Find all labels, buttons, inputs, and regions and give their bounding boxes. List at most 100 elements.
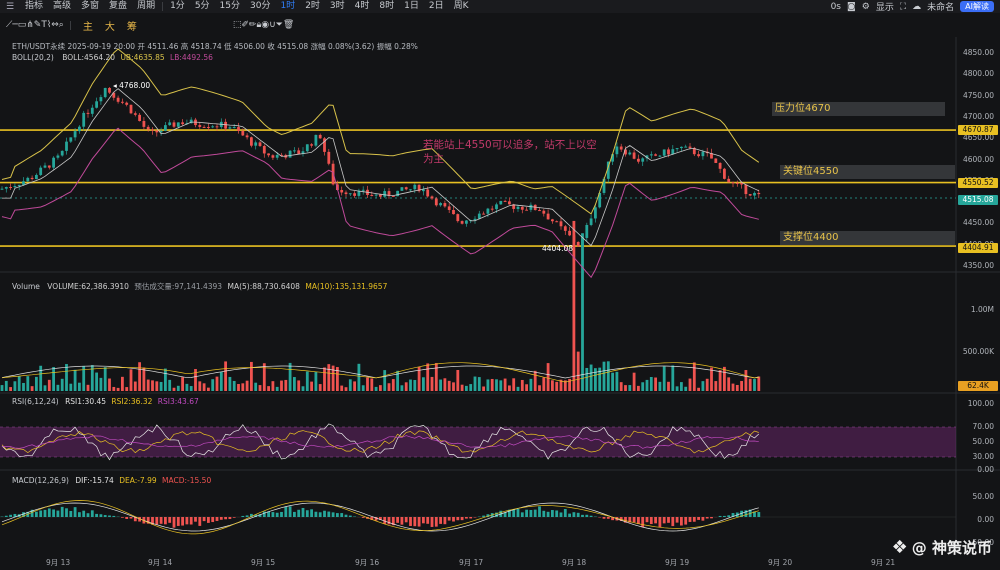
volume-bar bbox=[189, 386, 193, 391]
volume-bar bbox=[108, 378, 111, 391]
volume-bar bbox=[387, 383, 391, 391]
macd-bar bbox=[327, 511, 331, 517]
macd-bar bbox=[103, 515, 107, 517]
candle-body bbox=[176, 122, 180, 127]
macd-bar bbox=[331, 512, 335, 517]
volume-bar bbox=[22, 382, 25, 391]
macd-bar bbox=[551, 510, 554, 517]
candle-body bbox=[267, 153, 270, 156]
volume-bar bbox=[434, 363, 438, 391]
macd-bar bbox=[727, 515, 731, 517]
volume-bar bbox=[17, 376, 21, 391]
volume-bar bbox=[9, 387, 12, 391]
volume-ma5: MA(5):88,730.6408 bbox=[227, 282, 300, 291]
volume-bar bbox=[723, 366, 726, 391]
candle-body bbox=[516, 206, 520, 209]
candle-body bbox=[232, 127, 236, 129]
candle-body bbox=[615, 146, 619, 155]
macd-bar bbox=[460, 517, 464, 521]
volume-bar bbox=[254, 382, 258, 391]
candle-body bbox=[207, 126, 210, 128]
candle-body bbox=[434, 198, 438, 206]
macd-bar bbox=[189, 517, 193, 525]
macd-bar bbox=[275, 512, 279, 517]
macd-bar bbox=[576, 512, 580, 517]
date-label: 9月 15 bbox=[251, 558, 276, 567]
macd-bar bbox=[297, 509, 301, 517]
candle-body bbox=[258, 142, 262, 146]
candle-body bbox=[254, 142, 258, 146]
macd-bar bbox=[245, 515, 249, 517]
analysis-note: 若能站上4550可以追多，站不上以空为主 bbox=[423, 139, 597, 165]
macd-bar bbox=[284, 506, 288, 517]
candle-body bbox=[662, 149, 666, 156]
candle-body bbox=[697, 154, 700, 157]
time-axis[interactable]: 9月 13 9月 14 9月 15 9月 16 9月 17 9月 18 9月 1… bbox=[0, 553, 1000, 570]
candle-body bbox=[542, 210, 546, 214]
candle-body bbox=[125, 102, 129, 105]
macd-dif: DIF:-15.74 bbox=[75, 476, 114, 485]
volume-bar bbox=[288, 362, 292, 391]
candle-body bbox=[495, 204, 498, 210]
volume-bar bbox=[202, 383, 206, 391]
volume-bar bbox=[86, 384, 90, 391]
volume-bar bbox=[705, 378, 709, 391]
candle-body bbox=[551, 219, 554, 222]
candle-body bbox=[314, 134, 318, 146]
macd-bar bbox=[129, 517, 133, 519]
volume-bar bbox=[512, 378, 516, 391]
volume-bar bbox=[39, 365, 43, 391]
volume-bar bbox=[159, 381, 163, 391]
volume-bar bbox=[632, 372, 636, 391]
candle-body bbox=[370, 194, 374, 196]
candle-body bbox=[649, 154, 653, 156]
peak-label: ◂ 4768.00 bbox=[113, 81, 151, 90]
volume-ma10-line bbox=[1, 362, 759, 383]
candle-body bbox=[637, 158, 640, 162]
volume-bar bbox=[585, 367, 589, 391]
volume-bar bbox=[232, 380, 236, 391]
candle-body bbox=[718, 162, 722, 169]
macd-bar bbox=[757, 512, 761, 517]
volume-bar bbox=[748, 378, 752, 391]
macd-bar bbox=[280, 511, 283, 517]
rsi-tick: 70.00 bbox=[972, 422, 994, 431]
volume-bar bbox=[400, 385, 404, 391]
volume-bar bbox=[310, 381, 313, 391]
macd-bar bbox=[546, 511, 550, 517]
boll-label: BOLL(20,2) bbox=[12, 53, 54, 62]
candle-body bbox=[271, 155, 275, 158]
volume-bar bbox=[452, 382, 455, 391]
volume-bar bbox=[301, 386, 305, 391]
volume-bar bbox=[297, 380, 301, 391]
price-axis[interactable]: 4850.00 4800.00 4750.00 4700.00 4650.00 4600.… bbox=[956, 40, 1000, 272]
candle-body bbox=[78, 126, 81, 132]
candle-body bbox=[327, 151, 331, 164]
macd-bar bbox=[47, 508, 51, 517]
price-tick: 4850.00 bbox=[962, 48, 994, 57]
volume-bar bbox=[305, 371, 309, 391]
candle-body bbox=[146, 126, 150, 130]
macd-bar bbox=[224, 517, 227, 520]
candle-body bbox=[667, 149, 670, 155]
macd-bar bbox=[82, 510, 86, 517]
macd-bar bbox=[73, 507, 77, 517]
candle-body bbox=[473, 218, 477, 221]
volume-bar bbox=[331, 365, 335, 391]
macd-bar bbox=[168, 517, 172, 523]
volume-bar bbox=[30, 386, 34, 391]
candle-body bbox=[275, 154, 279, 158]
candle-body bbox=[374, 194, 378, 196]
macd-bar bbox=[232, 517, 236, 518]
key-price-tag: 4550.52 bbox=[958, 178, 998, 188]
volume-bar bbox=[469, 384, 473, 391]
candle-body bbox=[731, 182, 735, 184]
candle-body bbox=[13, 186, 17, 188]
rsi-legend: RSI(6,12,24) RSI1:30.45 RSI2:36.32 RSI3:… bbox=[12, 397, 199, 406]
volume-bar bbox=[482, 386, 485, 391]
volume-bar bbox=[413, 380, 417, 391]
volume-bar bbox=[576, 351, 580, 391]
volume-bar bbox=[73, 369, 77, 391]
volume-bar bbox=[430, 376, 434, 391]
candle-body bbox=[490, 208, 494, 210]
